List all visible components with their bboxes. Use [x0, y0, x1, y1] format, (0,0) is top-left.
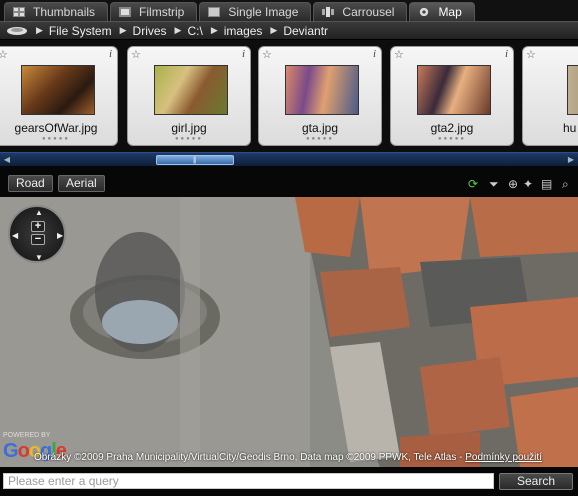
scrollbar-thumb[interactable]: |||: [156, 155, 234, 165]
tab-label: Carrousel: [342, 5, 395, 19]
chevron-right-icon: ▶: [270, 25, 278, 35]
file-name: girl.jpg: [171, 121, 207, 135]
globe-icon: [420, 7, 429, 17]
info-icon[interactable]: i: [505, 48, 508, 60]
tools-icon[interactable]: ✦: [523, 177, 533, 191]
chevron-right-icon: ▶: [36, 25, 43, 35]
breadcrumb-item[interactable]: ▶ C:\: [173, 24, 203, 38]
tab-label: Map: [438, 5, 462, 19]
pan-down-icon[interactable]: ▼: [35, 253, 43, 262]
file-strip: ☆ i gearsOfWar.jpg ●●●●● ☆ i girl.jpg ●●…: [0, 40, 578, 152]
file-name: gta.jpg: [301, 121, 339, 135]
chevron-right-icon: ▶: [210, 25, 218, 35]
rating-dots[interactable]: ●●●●●: [259, 136, 381, 142]
pan-right-icon[interactable]: ▶: [57, 231, 63, 240]
terms-of-use-link[interactable]: Podmínky použití: [465, 452, 542, 463]
search-button[interactable]: Search: [499, 473, 573, 490]
powered-by-label: POWERED BY: [3, 432, 51, 439]
grip-icon: |||: [193, 157, 197, 164]
tab-label: Filmstrip: [139, 5, 185, 19]
rating-dots[interactable]: ●●●●●: [391, 136, 513, 142]
filmstrip-scrollbar[interactable]: ◀ ||| ▶: [0, 152, 578, 166]
rating-dots[interactable]: ●●●●●: [0, 136, 117, 142]
breadcrumb: ▶ File System ▶ Drives ▶ C:\ ▶ images ▶ Devia…: [0, 21, 578, 40]
layers-icon[interactable]: ▤: [541, 177, 552, 191]
search-bar: Search: [0, 467, 578, 496]
pan-up-icon[interactable]: ▲: [35, 208, 43, 217]
file-name: gta2.jpg: [430, 121, 474, 135]
file-card[interactable]: ☆ i gearsOfWar.jpg ●●●●●: [0, 46, 118, 146]
single-image-icon: [208, 7, 221, 17]
tab-label: Single Image: [228, 5, 299, 19]
info-icon[interactable]: i: [242, 48, 245, 60]
search-input[interactable]: [3, 473, 494, 489]
map-view[interactable]: ▲ ◀ ▶ ▼ + − POWERED BY Google Obrázky ©2…: [0, 197, 578, 467]
sync-icon[interactable]: ⟳: [468, 177, 478, 191]
file-thumbnail: [154, 65, 228, 115]
file-thumbnail: [567, 65, 578, 115]
aerial-button[interactable]: Aerial: [58, 175, 105, 192]
breadcrumb-item[interactable]: ▶ images: [209, 24, 263, 38]
filter-icon[interactable]: ⏷: [489, 177, 499, 192]
breadcrumb-item[interactable]: ▶ Deviantr: [268, 24, 328, 38]
pan-left-icon[interactable]: ◀: [12, 231, 18, 240]
file-card[interactable]: ☆ i gta2.jpg ●●●●●: [390, 46, 514, 146]
aerial-map-image: [0, 197, 578, 467]
carrousel-icon: [322, 7, 335, 17]
rating-dots[interactable]: ●●●●●: [128, 136, 250, 142]
file-card[interactable]: ☆ i hu: [522, 46, 578, 146]
map-toolbar: Road Aerial ⟳ ⏷ ⊕ ✦ ▤ ⌕: [0, 166, 578, 197]
tab-label: Thumbnails: [33, 5, 96, 19]
chevron-right-icon: ▶: [174, 25, 182, 35]
scroll-left-icon[interactable]: ◀: [2, 155, 12, 165]
tab-map[interactable]: Map: [409, 2, 475, 21]
search-icon[interactable]: ⌕: [562, 177, 569, 192]
breadcrumb-item[interactable]: ▶ Drives: [118, 24, 167, 38]
target-icon[interactable]: ⊕: [508, 177, 518, 191]
star-icon[interactable]: ☆: [131, 48, 141, 61]
view-tab-bar: Thumbnails Filmstrip Single Image Carrou…: [0, 0, 578, 21]
star-icon[interactable]: ☆: [262, 48, 272, 61]
filmstrip-icon: [119, 7, 132, 17]
file-thumbnail: [21, 65, 95, 115]
thumbnails-icon: [13, 7, 25, 17]
file-thumbnail: [285, 65, 359, 115]
map-attribution: Obrázky ©2009 Praha Municipality/Virtual…: [34, 452, 542, 463]
scroll-right-icon[interactable]: ▶: [566, 155, 576, 165]
breadcrumb-item[interactable]: ▶ File System: [34, 24, 112, 38]
star-icon[interactable]: ☆: [394, 48, 404, 61]
file-card[interactable]: ☆ i girl.jpg ●●●●●: [127, 46, 251, 146]
tab-carrousel[interactable]: Carrousel: [313, 2, 408, 21]
info-icon[interactable]: i: [109, 48, 112, 60]
file-thumbnail: [417, 65, 491, 115]
star-icon[interactable]: ☆: [0, 48, 8, 61]
chevron-right-icon: ▶: [119, 25, 127, 35]
map-navigation-control[interactable]: ▲ ◀ ▶ ▼ + −: [8, 205, 66, 263]
drive-icon: [7, 26, 27, 35]
tab-single-image[interactable]: Single Image: [199, 2, 312, 21]
zoom-in-icon[interactable]: +: [31, 221, 45, 232]
road-button[interactable]: Road: [8, 175, 53, 192]
zoom-out-icon[interactable]: −: [31, 234, 45, 245]
info-icon[interactable]: i: [373, 48, 376, 60]
file-name: gearsOfWar.jpg: [14, 121, 98, 135]
file-name: hu: [563, 121, 577, 135]
file-card[interactable]: ☆ i gta.jpg ●●●●●: [258, 46, 382, 146]
tab-filmstrip[interactable]: Filmstrip: [110, 2, 198, 21]
star-icon[interactable]: ☆: [526, 48, 536, 61]
tab-thumbnails[interactable]: Thumbnails: [4, 2, 109, 21]
